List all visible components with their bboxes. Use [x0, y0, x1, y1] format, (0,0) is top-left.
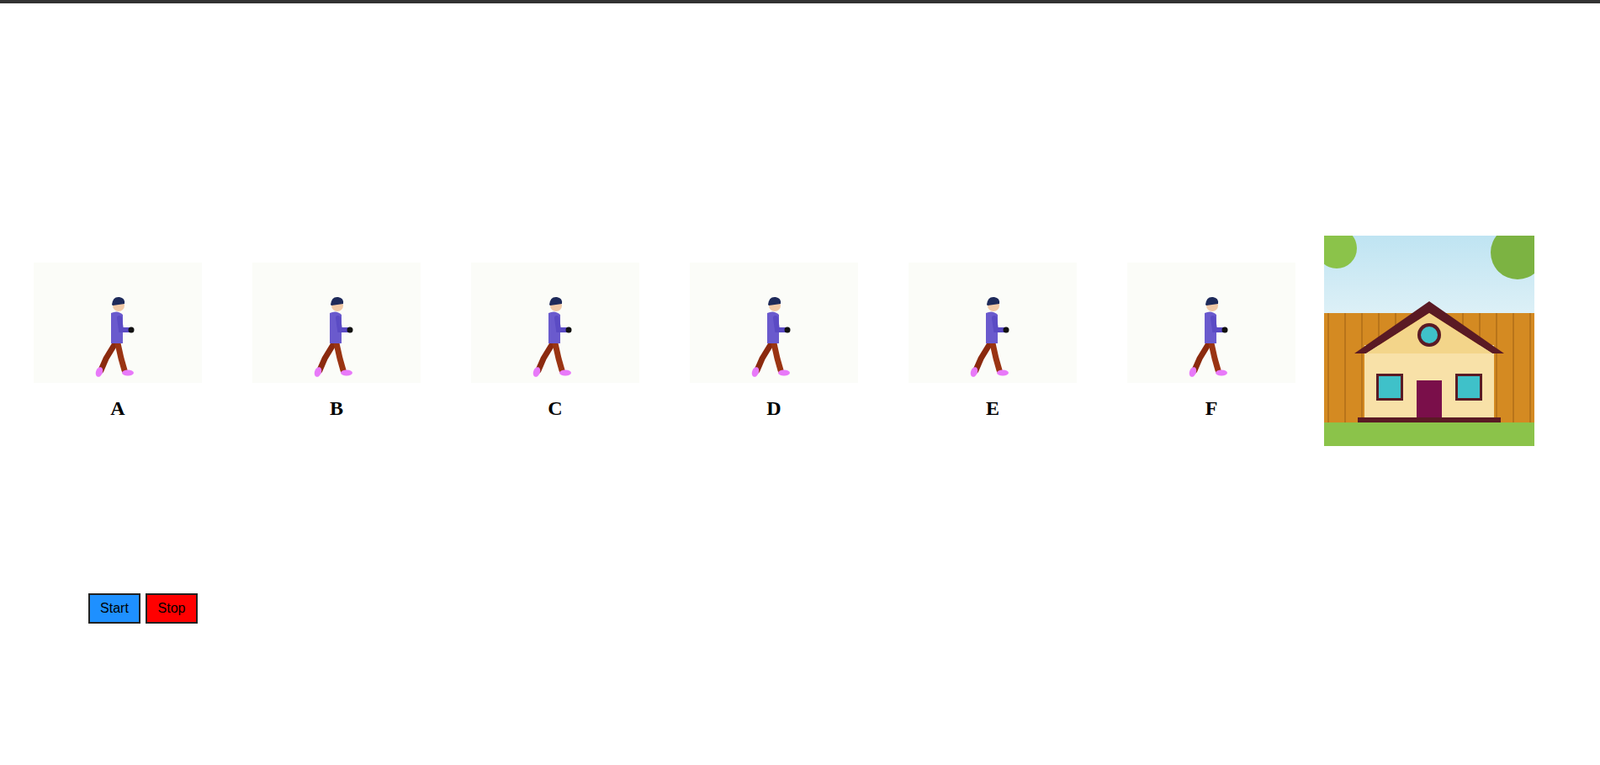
race-track: A B C D E F: [0, 235, 1600, 446]
page: A B C D E F StartStop: [0, 0, 1600, 765]
runner-figure-icon: [1127, 262, 1296, 383]
runner-lane: C: [471, 262, 640, 420]
runner-figure-icon: [33, 262, 202, 383]
control-button[interactable]: Start: [88, 593, 141, 624]
runner-figure-icon: [471, 262, 640, 383]
control-button[interactable]: Stop: [145, 593, 198, 624]
runner-figure-icon: [252, 262, 421, 383]
runner-lane: F: [1127, 262, 1296, 420]
runner-label: A: [110, 396, 125, 420]
runner-lane: A: [33, 262, 202, 420]
runner-label: E: [985, 396, 1000, 420]
runner-lane: D: [689, 262, 859, 420]
home-picture-icon: [1324, 235, 1535, 446]
runner-lane: B: [252, 262, 421, 420]
runner-label: C: [547, 396, 562, 420]
runner-figure-icon: [908, 262, 1077, 383]
runner-label: B: [329, 396, 344, 420]
runner-lane: E: [908, 262, 1077, 420]
runner-label: F: [1205, 396, 1219, 420]
runner-label: D: [766, 396, 781, 420]
runner-figure-icon: [689, 262, 859, 383]
controls: StartStop: [0, 593, 1600, 624]
